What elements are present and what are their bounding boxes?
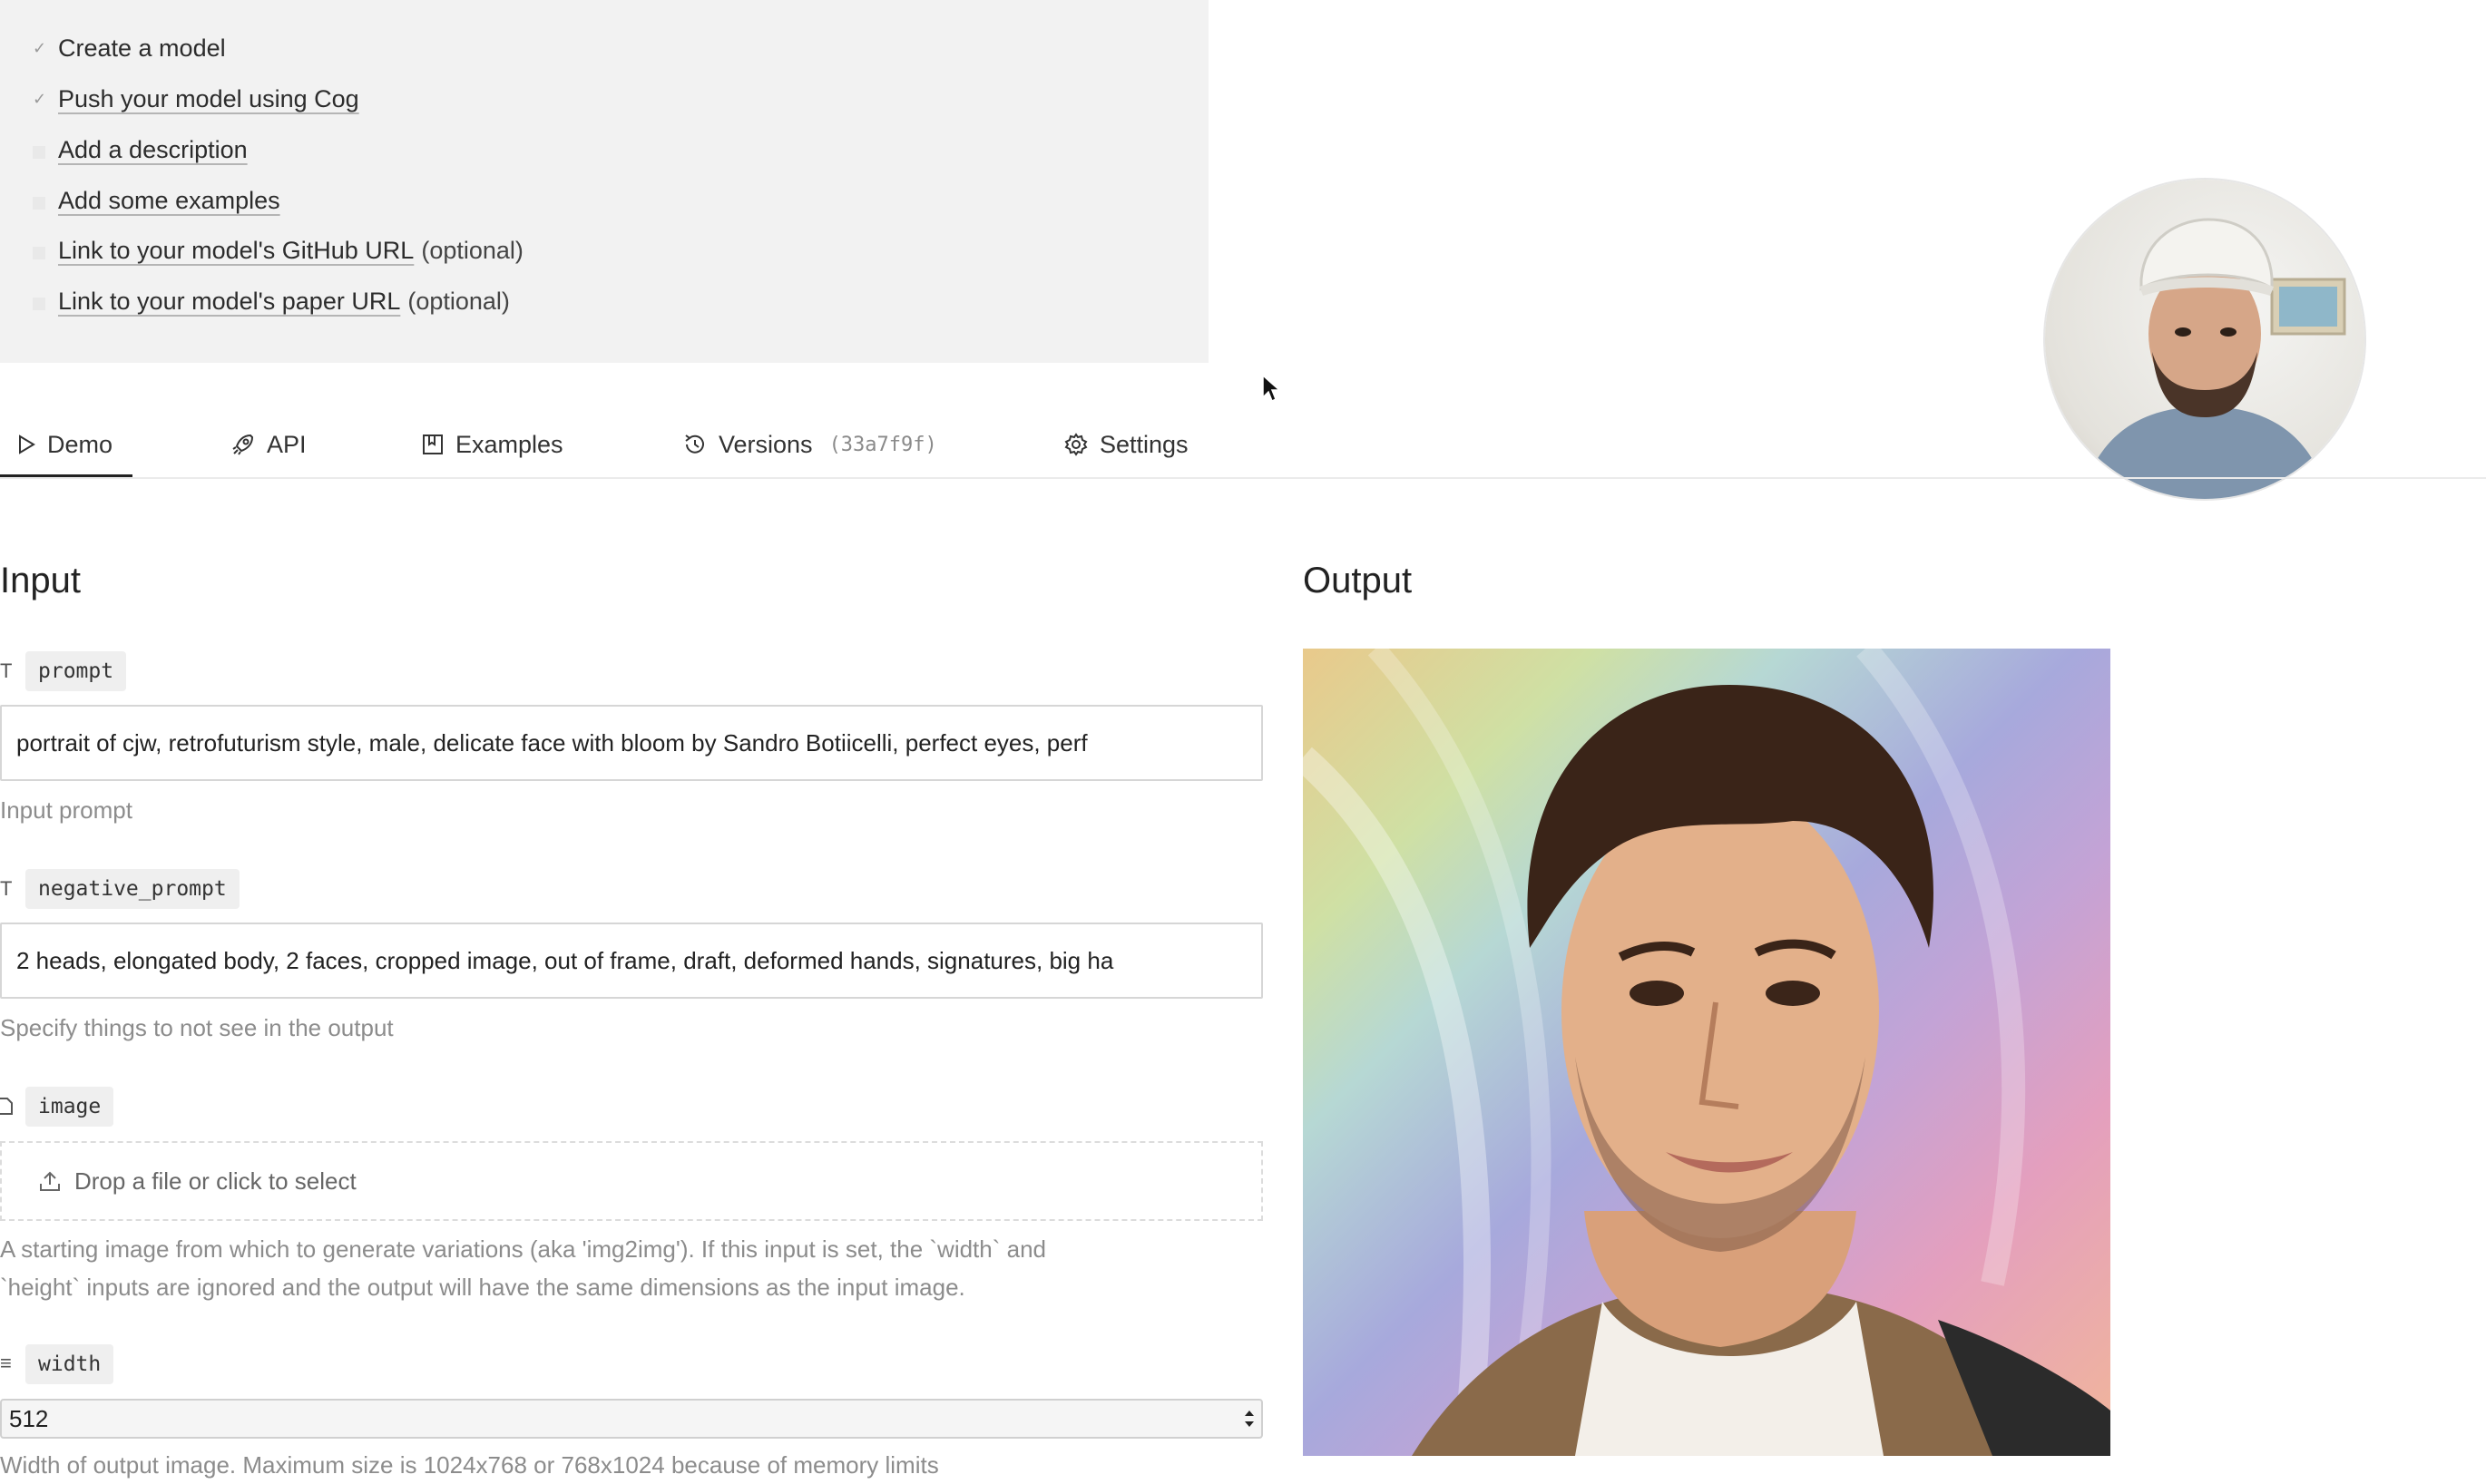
width-field-label: width bbox=[25, 1344, 114, 1384]
width-selected-value: 512 bbox=[9, 1404, 49, 1432]
mouse-cursor-icon bbox=[1262, 374, 1281, 403]
width-select[interactable]: 512 bbox=[0, 1399, 1263, 1439]
checklist-item-link[interactable]: Push your model using Cog bbox=[58, 85, 359, 113]
image-help-line-1: A starting image from which to generate … bbox=[0, 1235, 1047, 1263]
prompt-help: Input prompt bbox=[0, 796, 132, 824]
prompt-field-label: prompt bbox=[25, 651, 127, 691]
select-arrows-icon bbox=[1245, 1411, 1254, 1427]
checklist-item-create-model[interactable]: ✓ Create a model bbox=[33, 30, 226, 66]
image-help-line-2: `height` inputs are ignored and the outp… bbox=[0, 1274, 965, 1301]
unchecked-box-icon bbox=[33, 238, 58, 263]
image-field-label: image bbox=[25, 1087, 114, 1127]
tab-label: Demo bbox=[47, 430, 113, 458]
file-icon bbox=[0, 1098, 13, 1115]
checkmark-icon: ✓ bbox=[33, 38, 47, 57]
text-type-icon: T bbox=[0, 659, 13, 682]
setup-checklist: ✓ Create a model ✓ Push your model using… bbox=[0, 0, 1209, 363]
negative-prompt-input[interactable] bbox=[0, 923, 1263, 999]
checklist-item-link[interactable]: Add a description bbox=[58, 136, 248, 164]
tab-api[interactable]: API bbox=[230, 413, 307, 476]
tab-versions[interactable]: Versions (33a7f9f) bbox=[682, 413, 937, 476]
input-heading: Input bbox=[0, 561, 81, 600]
tab-label: API bbox=[267, 430, 307, 458]
checklist-item-push-model[interactable]: ✓ Push your model using Cog bbox=[33, 81, 359, 117]
generated-portrait bbox=[1303, 649, 2110, 1456]
gear-icon bbox=[1064, 433, 1088, 456]
width-help: Width of output image. Maximum size is 1… bbox=[0, 1451, 939, 1479]
checklist-item-link[interactable]: Add some examples bbox=[58, 187, 280, 215]
checklist-item-github-url[interactable]: Link to your model's GitHub URL (optiona… bbox=[33, 232, 524, 268]
tab-label: Settings bbox=[1100, 430, 1189, 458]
negative-prompt-field-label: negative_prompt bbox=[25, 869, 240, 909]
optional-note: (optional) bbox=[421, 236, 524, 264]
version-hash: (33a7f9f) bbox=[828, 433, 937, 456]
tab-label: Examples bbox=[455, 430, 563, 458]
history-icon bbox=[685, 434, 704, 454]
model-tabs: Demo API Examples Versions (33a7f9f) Set… bbox=[0, 413, 2486, 480]
checkmark-icon: ✓ bbox=[33, 89, 47, 108]
checklist-item-add-description[interactable]: Add a description bbox=[33, 132, 248, 168]
checklist-item-add-examples[interactable]: Add some examples bbox=[33, 182, 280, 219]
prompt-input[interactable] bbox=[0, 705, 1263, 781]
output-image[interactable] bbox=[1303, 649, 2110, 1456]
tab-label: Versions bbox=[719, 430, 813, 458]
number-type-icon: ≡ bbox=[0, 1352, 12, 1374]
dropzone-label: Drop a file or click to select bbox=[74, 1167, 357, 1195]
checklist-item-label: Create a model bbox=[58, 34, 226, 62]
unchecked-box-icon bbox=[33, 137, 58, 162]
play-icon bbox=[19, 434, 35, 454]
negative-prompt-help: Specify things to not see in the output bbox=[0, 1014, 394, 1041]
text-type-icon: T bbox=[0, 877, 13, 900]
unchecked-box-icon bbox=[33, 188, 58, 213]
tabs-divider bbox=[0, 477, 2486, 479]
optional-note: (optional) bbox=[407, 287, 510, 315]
checklist-item-paper-url[interactable]: Link to your model's paper URL (optional… bbox=[33, 283, 510, 319]
checklist-item-link[interactable]: Link to your model's GitHub URL bbox=[58, 237, 414, 265]
output-heading: Output bbox=[1303, 561, 1413, 600]
unchecked-box-icon bbox=[33, 288, 58, 314]
image-dropzone[interactable]: Drop a file or click to select bbox=[0, 1141, 1263, 1221]
tab-demo[interactable]: Demo bbox=[0, 413, 133, 478]
bookmark-book-icon bbox=[423, 434, 443, 454]
checklist-item-link[interactable]: Link to your model's paper URL bbox=[58, 288, 400, 316]
tab-settings[interactable]: Settings bbox=[1063, 413, 1189, 476]
upload-icon bbox=[40, 1171, 60, 1191]
tab-examples[interactable]: Examples bbox=[421, 413, 563, 476]
rocket-icon bbox=[232, 434, 254, 455]
